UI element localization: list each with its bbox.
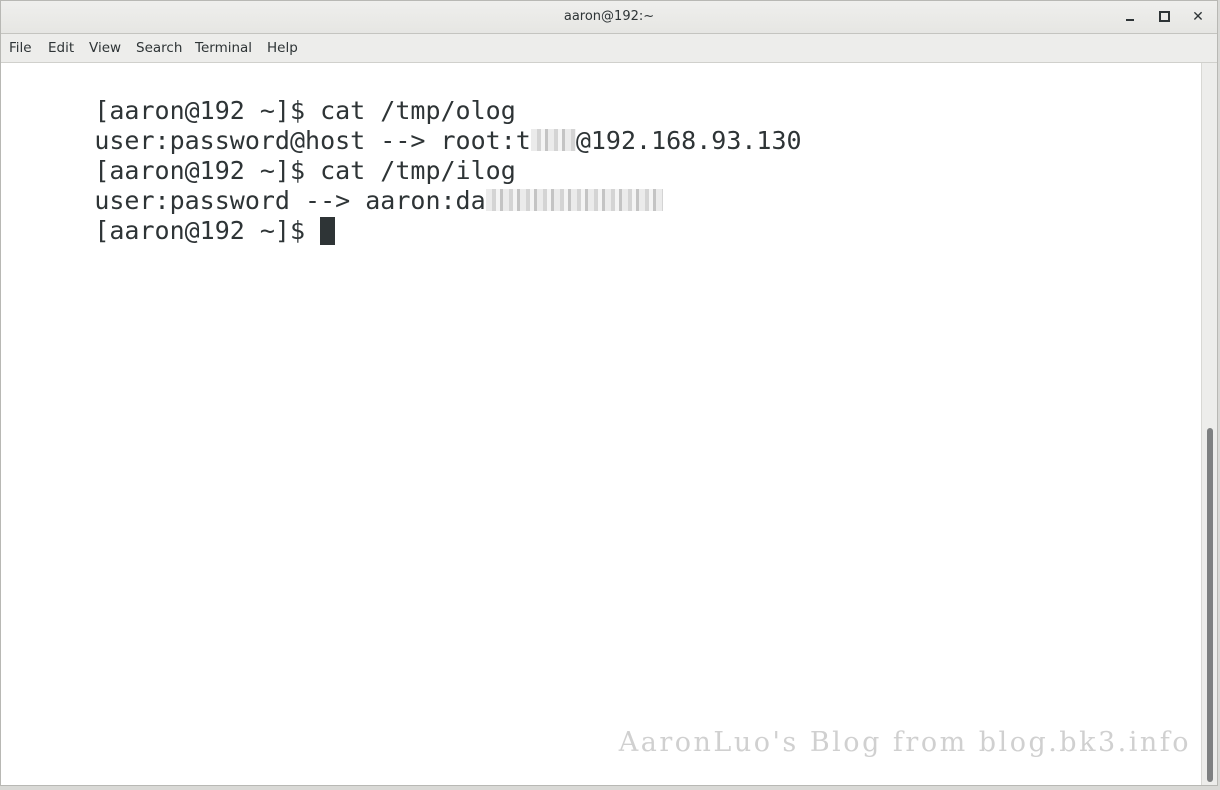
output-text: @192.168.93.130 [575,126,802,155]
prompt-text: [aaron@192 ~]$ [94,216,321,245]
terminal-line: user:password --> aaron:da [4,156,663,215]
maximize-icon [1158,11,1170,22]
scrollbar-thumb[interactable] [1207,428,1213,782]
text-cursor [320,216,336,245]
close-icon: ✕ [1192,9,1204,25]
maximize-button[interactable] [1152,6,1176,28]
menu-file[interactable]: File [9,34,32,63]
minimize-button[interactable] [1118,6,1142,28]
window-title: aaron@192:~ [563,9,655,24]
minimize-icon [1126,18,1134,21]
menubar: File Edit View Search Terminal Help [1,34,1217,63]
menu-terminal[interactable]: Terminal [195,34,252,63]
redacted-password [530,129,576,151]
terminal-line: [aaron@192 ~]$ [4,186,336,245]
terminal-line: [aaron@192 ~]$ cat /tmp/olog [4,66,515,125]
terminal-window: aaron@192:~ ✕ File Edit View Search Term… [0,0,1218,786]
scrollbar[interactable] [1201,63,1217,785]
close-button[interactable]: ✕ [1186,6,1210,28]
terminal-line: [aaron@192 ~]$ cat /tmp/ilog [4,126,515,185]
redacted-password [485,189,663,211]
watermark: AaronLuo's Blog from blog.bk3.info [618,727,1191,758]
menu-search[interactable]: Search [136,34,182,63]
terminal-line: user:password@host --> root:t @192.168.93… [4,96,801,155]
titlebar[interactable]: aaron@192:~ ✕ [1,1,1217,34]
menu-edit[interactable]: Edit [48,34,74,63]
menu-help[interactable]: Help [267,34,298,63]
menu-view[interactable]: View [89,34,121,63]
terminal-output[interactable]: [aaron@192 ~]$ cat /tmp/olog user:passwo… [1,63,1201,785]
